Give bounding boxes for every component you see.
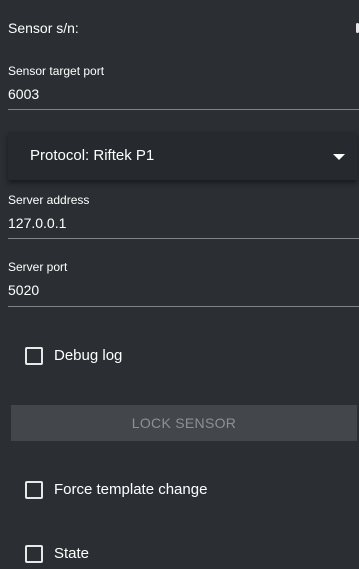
state-label: State <box>54 545 90 562</box>
sensor-target-port-value[interactable]: 6003 <box>8 86 39 102</box>
sensor-target-port-label: Sensor target port <box>8 64 105 78</box>
protocol-selected-value: Protocol: Riftek P1 <box>30 147 155 164</box>
lock-sensor-label: LOCK SENSOR <box>131 415 237 431</box>
server-address-label: Server address <box>8 193 90 207</box>
server-port-underline <box>8 306 359 307</box>
force-template-change-checkbox[interactable] <box>25 481 43 499</box>
debug-log-checkbox[interactable] <box>25 347 43 365</box>
force-template-change-label: Force template change <box>54 481 208 498</box>
server-port-label: Server port <box>8 260 68 274</box>
protocol-dropdown[interactable]: Protocol: Riftek P1 <box>8 132 357 180</box>
debug-log-label: Debug log <box>54 347 123 364</box>
server-port-value[interactable]: 5020 <box>8 282 39 298</box>
dropdown-arrow-icon <box>333 154 345 160</box>
lock-sensor-button[interactable]: LOCK SENSOR <box>11 405 357 441</box>
state-checkbox[interactable] <box>25 545 43 563</box>
sensor-sn-label: Sensor s/n: <box>8 20 79 36</box>
server-address-value[interactable]: 127.0.0.1 <box>8 215 66 231</box>
sensor-target-port-underline <box>8 109 359 110</box>
server-address-underline <box>8 238 359 239</box>
